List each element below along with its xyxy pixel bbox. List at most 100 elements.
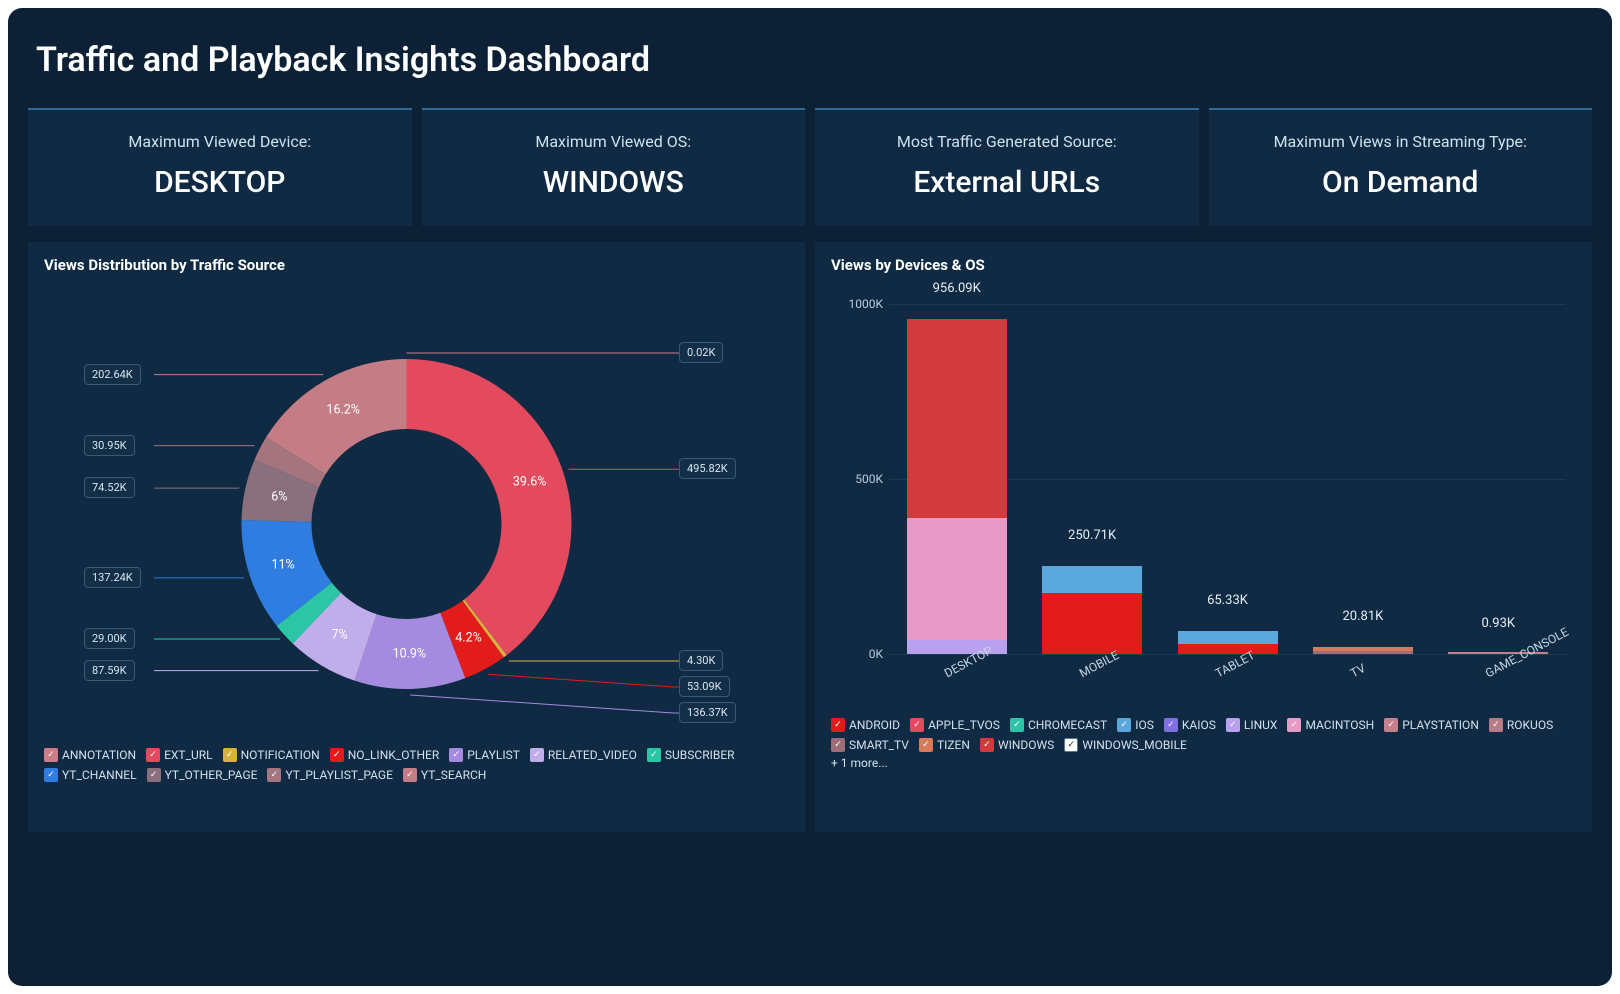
check-icon (1164, 718, 1178, 732)
bar-segment[interactable] (1313, 651, 1413, 655)
kpi-card-os[interactable]: Maximum Viewed OS: WINDOWS (422, 108, 806, 226)
bar-chart[interactable]: 0K500K1000K956.09KDESKTOP250.71KMOBILE65… (831, 284, 1576, 714)
legend-label: IOS (1135, 718, 1154, 732)
kpi-label: Maximum Viewed OS: (432, 132, 796, 151)
kpi-card-streaming[interactable]: Maximum Views in Streaming Type: On Dema… (1209, 108, 1593, 226)
check-icon (980, 738, 994, 752)
check-icon (330, 748, 344, 762)
y-tick-label: 1000K (848, 297, 883, 311)
panel-traffic-source: Views Distribution by Traffic Source 39.… (28, 242, 805, 832)
legend-item[interactable]: LINUX (1226, 718, 1278, 732)
bar-segment[interactable] (1178, 644, 1278, 655)
bar-total-label: 65.33K (1178, 593, 1278, 612)
gridline (889, 304, 1566, 305)
legend-label: WINDOWS_MOBILE (1082, 738, 1187, 752)
check-icon (147, 768, 161, 782)
x-tick-label: TV (1348, 661, 1368, 680)
donut-chart[interactable]: 39.6%4.2%10.9%7%11%6%16.2%202.64K30.95K7… (44, 284, 789, 744)
legend-item[interactable]: RELATED_VIDEO (530, 748, 637, 762)
check-icon (1117, 718, 1131, 732)
kpi-row: Maximum Viewed Device: DESKTOP Maximum V… (8, 108, 1612, 226)
legend-label: EXT_URL (164, 748, 213, 762)
bar-column[interactable] (1313, 647, 1413, 654)
check-icon (449, 748, 463, 762)
kpi-value: External URLs (825, 165, 1189, 200)
legend-item[interactable]: YT_OTHER_PAGE (147, 768, 258, 782)
legend-item[interactable]: CHROMECAST (1010, 718, 1107, 732)
donut-callout: 136.37K (679, 702, 736, 723)
legend-label: ROKUOS (1507, 718, 1553, 732)
bar-column[interactable] (907, 319, 1007, 654)
kpi-label: Most Traffic Generated Source: (825, 132, 1189, 151)
legend-item[interactable]: PLAYSTATION (1384, 718, 1479, 732)
legend-item[interactable]: NOTIFICATION (223, 748, 320, 762)
legend-label: YT_PLAYLIST_PAGE (285, 768, 392, 782)
y-tick-label: 500K (855, 472, 883, 486)
legend-item[interactable]: EXT_URL (146, 748, 213, 762)
legend-label: KAIOS (1182, 718, 1216, 732)
bar-total-label: 250.71K (1042, 528, 1142, 547)
donut-callout: 137.24K (84, 567, 141, 588)
check-icon (831, 718, 845, 732)
check-icon (44, 768, 58, 782)
page-title: Traffic and Playback Insights Dashboard (8, 8, 1612, 108)
check-icon (1287, 718, 1301, 732)
legend-item[interactable]: PLAYLIST (449, 748, 520, 762)
donut-callout: 29.00K (84, 628, 135, 649)
legend-label: LINUX (1244, 718, 1278, 732)
legend-label: SMART_TV (849, 738, 909, 752)
legend-label: WINDOWS (998, 738, 1054, 752)
legend-item[interactable]: YT_PLAYLIST_PAGE (267, 768, 392, 782)
legend-item[interactable]: IOS (1117, 718, 1154, 732)
bar-segment[interactable] (1178, 631, 1278, 643)
check-icon (647, 748, 661, 762)
check-icon (1010, 718, 1024, 732)
donut-callout: 30.95K (84, 435, 135, 456)
legend-item[interactable]: YT_CHANNEL (44, 768, 137, 782)
legend-label: YT_OTHER_PAGE (165, 768, 258, 782)
check-icon (530, 748, 544, 762)
legend-item[interactable]: TIZEN (919, 738, 970, 752)
legend-label: YT_SEARCH (421, 768, 486, 782)
bar-segment[interactable] (907, 319, 1007, 517)
bar-column[interactable] (1042, 566, 1142, 654)
bar-segment[interactable] (907, 518, 1007, 641)
legend-item[interactable]: SUBSCRIBER (647, 748, 735, 762)
donut-slice[interactable] (407, 359, 572, 655)
legend-label: ANNOTATION (62, 748, 136, 762)
bar-segment[interactable] (1042, 593, 1142, 654)
kpi-value: WINDOWS (432, 165, 796, 200)
check-icon (146, 748, 160, 762)
legend-item[interactable]: APPLE_TVOS (910, 718, 1000, 732)
donut-callout: 87.59K (84, 660, 135, 681)
kpi-card-source[interactable]: Most Traffic Generated Source: External … (815, 108, 1199, 226)
donut-legend: ANNOTATION EXT_URL NOTIFICATION NO_LINK_OTH… (44, 744, 789, 782)
legend-label: NOTIFICATION (241, 748, 320, 762)
kpi-card-device[interactable]: Maximum Viewed Device: DESKTOP (28, 108, 412, 226)
legend-label: MACINTOSH (1305, 718, 1374, 732)
check-icon (910, 718, 924, 732)
legend-label: YT_CHANNEL (62, 768, 137, 782)
dashboard-root: Traffic and Playback Insights Dashboard … (8, 8, 1612, 986)
legend-item[interactable]: WINDOWS_MOBILE (1064, 738, 1187, 752)
legend-more[interactable]: + 1 more... (831, 752, 1576, 770)
check-icon (1226, 718, 1240, 732)
legend-item[interactable]: YT_SEARCH (403, 768, 486, 782)
legend-item[interactable]: SMART_TV (831, 738, 909, 752)
legend-item[interactable]: ANNOTATION (44, 748, 136, 762)
legend-item[interactable]: NO_LINK_OTHER (330, 748, 440, 762)
bar-column[interactable] (1178, 631, 1278, 654)
bar-total-label: 20.81K (1313, 609, 1413, 628)
legend-item[interactable]: ROKUOS (1489, 718, 1553, 732)
legend-item[interactable]: WINDOWS (980, 738, 1054, 752)
legend-item[interactable]: ANDROID (831, 718, 900, 732)
check-icon (1384, 718, 1398, 732)
bar-legend: ANDROID APPLE_TVOS CHROMECAST IOS KAIOS LINUX… (831, 714, 1576, 752)
legend-item[interactable]: MACINTOSH (1287, 718, 1374, 732)
check-icon (267, 768, 281, 782)
legend-item[interactable]: KAIOS (1164, 718, 1216, 732)
panels-row: Views Distribution by Traffic Source 39.… (8, 226, 1612, 852)
panel-title: Views Distribution by Traffic Source (44, 256, 789, 274)
legend-label: ANDROID (849, 718, 900, 732)
bar-segment[interactable] (1042, 566, 1142, 592)
